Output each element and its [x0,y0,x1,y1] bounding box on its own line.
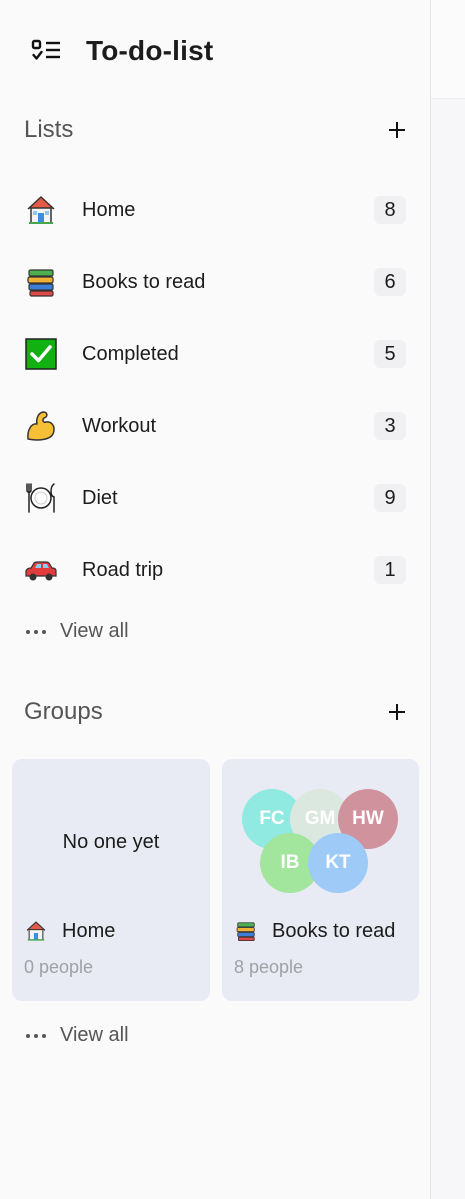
list-item-label: Workout [82,414,157,437]
group-name: Home [62,919,116,942]
list-item-count: 8 [374,196,406,224]
more-horizontal-icon [24,1026,48,1046]
add-list-button[interactable] [386,119,408,141]
groups-header: Groups [24,698,408,726]
list-item-road-trip[interactable]: Road trip 1 [24,534,408,606]
list-item-count: 6 [374,268,406,296]
more-horizontal-icon [24,622,48,642]
plus-icon [389,122,405,138]
list-item-count: 9 [374,484,406,512]
list-item-count: 1 [374,556,406,584]
list-item-count: 3 [374,412,406,440]
house-emoji-icon [24,919,48,943]
group-name: Books to read [272,919,396,942]
books-emoji-icon [234,919,258,943]
no-members-text: No one yet [62,831,160,853]
list-item-label: Home [82,198,136,221]
plus-icon [389,704,405,720]
avatar-initials: IB [280,852,300,873]
avatar: KT [308,833,368,893]
list-item-completed[interactable]: Completed 5 [24,318,408,390]
main-topbar [431,0,465,99]
group-people-count: 0 people [24,957,94,977]
avatar-initials: FC [259,808,285,829]
group-people-count: 8 people [234,957,304,977]
groups-view-all-link[interactable]: View all [24,1024,129,1047]
group-title-row: Books to read [234,919,395,943]
main-content-pane [431,0,465,1199]
checklist-icon[interactable] [30,35,62,67]
books-emoji-icon [24,265,58,299]
list-item-home[interactable]: Home 8 [24,174,408,246]
sidebar: To-do-list Lists Home 8 Books to read 6 … [0,0,431,1199]
check-box-emoji-icon [24,337,58,371]
app-title: To-do-list [86,35,214,66]
lists-title: Lists [24,116,74,143]
flexed-biceps-emoji-icon [24,409,58,443]
groups-title: Groups [24,698,103,725]
add-group-button[interactable] [386,701,408,723]
list-item-label: Road trip [82,558,164,581]
list-item-diet[interactable]: Diet 9 [24,462,408,534]
lists: Home 8 Books to read 6 Completed 5 Worko… [24,174,408,606]
list-item-label: Books to read [82,270,206,293]
plate-cutlery-emoji-icon [24,481,58,515]
lists-header: Lists [24,116,408,144]
house-emoji-icon [24,193,58,227]
avatar-initials: KT [325,852,351,873]
lists-view-all-link[interactable]: View all [24,620,129,643]
group-card-books-to-read[interactable]: FC GM HW IB KT Books to read 8 people [222,759,419,1001]
list-item-count: 5 [374,340,406,368]
view-all-label: View all [60,1024,129,1046]
list-item-workout[interactable]: Workout 3 [24,390,408,462]
group-cards: No one yet Home 0 people FC GM HW IB KT … [12,759,419,1001]
group-card-home[interactable]: No one yet Home 0 people [12,759,210,1001]
view-all-label: View all [60,620,129,642]
avatar-initials: GM [304,808,336,829]
group-title-row: Home [24,919,115,943]
app-header: To-do-list [30,30,213,72]
list-item-label: Completed [82,342,179,365]
car-emoji-icon [24,553,58,587]
list-item-books-to-read[interactable]: Books to read 6 [24,246,408,318]
avatar-initials: HW [352,808,384,829]
list-item-label: Diet [82,486,118,509]
